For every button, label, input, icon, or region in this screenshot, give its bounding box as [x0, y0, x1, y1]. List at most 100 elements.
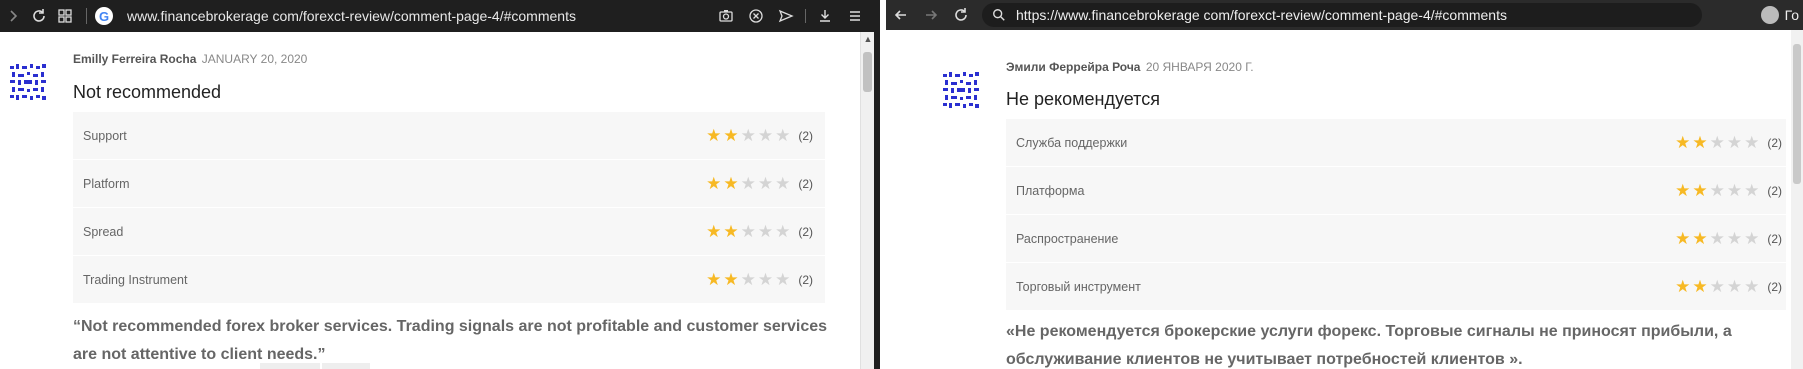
comment-quote: «Не рекомендуется брокерские услуги форе… — [1006, 323, 1732, 368]
comment-author: Emilly Ferreira Rocha — [73, 52, 197, 66]
rating-count: (2) — [1767, 135, 1782, 150]
vertical-scrollbar[interactable]: ▲ — [860, 32, 874, 369]
rating-label: Spread — [83, 224, 124, 239]
star-filled-icon: ★ — [723, 174, 739, 193]
forward-icon[interactable] — [916, 0, 946, 30]
rating-row: Платформа ★ ★ ★ ★ ★ (2) — [1006, 167, 1786, 215]
address-bar[interactable]: https://www.financebrokerage com/forexct… — [982, 3, 1702, 27]
apps-grid-icon[interactable] — [52, 3, 78, 29]
ratings-table: Support ★ ★ ★ ★ ★ (2) Platform ★ ★ ★ ★ ★ (2) Spread ★ ★ ★… — [73, 112, 825, 304]
star-empty-icon: ★ — [1709, 229, 1725, 248]
rating-label: Торговый инструмент — [1016, 279, 1141, 294]
right-toolbar: https://www.financebrokerage com/forexct… — [886, 0, 1803, 30]
star-empty-icon: ★ — [1709, 181, 1725, 200]
block-icon[interactable] — [743, 3, 769, 29]
star-empty-icon: ★ — [1709, 133, 1725, 152]
profile-avatar-icon — [1760, 6, 1779, 24]
star-empty-icon: ★ — [1726, 229, 1743, 248]
reload-icon[interactable] — [946, 0, 976, 30]
ratings-table: Служба поддержки ★ ★ ★ ★ ★ (2) Платформа ★ ★ ★ ★ ★ (2… — [1006, 119, 1786, 311]
comment-quote: “Not recommended forex broker services. … — [73, 318, 828, 363]
star-filled-icon: ★ — [1692, 181, 1708, 200]
screenshot-icon[interactable] — [713, 3, 739, 29]
menu-icon[interactable] — [842, 3, 868, 29]
send-icon[interactable] — [773, 3, 799, 29]
rating-count: (2) — [798, 224, 813, 239]
star-empty-icon: ★ — [757, 270, 774, 289]
star-filled-icon: ★ — [723, 126, 739, 145]
forward-icon[interactable] — [0, 3, 26, 29]
star-empty-icon: ★ — [757, 222, 774, 241]
rating-count: (2) — [1767, 231, 1782, 246]
search-icon — [993, 9, 1005, 21]
scrollbar-thumb[interactable] — [1793, 44, 1801, 184]
star-empty-icon: ★ — [1744, 181, 1760, 200]
back-icon[interactable] — [886, 0, 916, 30]
star-empty-icon: ★ — [775, 126, 791, 145]
star-rating: ★ ★ ★ ★ ★ (2) — [706, 271, 813, 288]
google-icon: G — [95, 7, 113, 25]
rating-label: Trading Instrument — [83, 272, 188, 287]
comment-action-button[interactable] — [260, 363, 320, 369]
right-page-content: Эмили Феррейра Роча 20 ЯНВАРЯ 2020 Г. Не… — [886, 30, 1791, 369]
comment-date: 20 ЯНВАРЯ 2020 Г. — [1145, 60, 1254, 74]
star-rating: ★ ★ ★ ★ ★ (2) — [706, 175, 813, 192]
profile-button[interactable]: Го — [1760, 6, 1803, 24]
star-rating: ★ ★ ★ ★ ★ (2) — [1675, 182, 1782, 199]
left-page-content: Emilly Ferreira Rocha JANUARY 20, 2020 N… — [0, 32, 860, 369]
profile-label: Го — [1784, 7, 1799, 23]
scroll-up-icon[interactable]: ▲ — [861, 32, 874, 46]
rating-count: (2) — [1767, 279, 1782, 294]
left-browser-pane: G www.financebrokerage com/forexct-revie… — [0, 0, 880, 369]
rating-row: Служба поддержки ★ ★ ★ ★ ★ (2) — [1006, 119, 1786, 167]
star-filled-icon: ★ — [1692, 277, 1708, 296]
screen: G www.financebrokerage com/forexct-revie… — [0, 0, 1803, 369]
star-empty-icon: ★ — [775, 174, 791, 193]
star-rating: ★ ★ ★ ★ ★ (2) — [1675, 134, 1782, 151]
comment-meta: Emilly Ferreira Rocha JANUARY 20, 2020 — [73, 52, 307, 66]
star-filled-icon: ★ — [1675, 133, 1691, 152]
star-filled-icon: ★ — [723, 270, 739, 289]
star-filled-icon: ★ — [723, 222, 739, 241]
star-filled-icon: ★ — [706, 270, 722, 289]
comment-meta: Эмили Феррейра Роча 20 ЯНВАРЯ 2020 Г. — [1006, 60, 1254, 74]
star-rating: ★ ★ ★ ★ ★ (2) — [706, 223, 813, 240]
rating-row: Распространение ★ ★ ★ ★ ★ (2) — [1006, 215, 1786, 263]
address-bar[interactable]: www.financebrokerage com/forexct-review/… — [127, 8, 713, 24]
star-empty-icon: ★ — [740, 222, 756, 241]
star-empty-icon: ★ — [775, 222, 791, 241]
star-empty-icon: ★ — [1726, 133, 1743, 152]
star-empty-icon: ★ — [1744, 229, 1760, 248]
reload-icon[interactable] — [26, 3, 52, 29]
rating-label: Служба поддержки — [1016, 135, 1128, 150]
scrollbar-thumb[interactable] — [863, 52, 872, 92]
rating-row: Торговый инструмент ★ ★ ★ ★ ★ (2) — [1006, 263, 1786, 311]
toolbar-separator — [86, 8, 87, 24]
left-toolbar: G www.financebrokerage com/forexct-revie… — [0, 0, 874, 32]
comment-author: Эмили Феррейра Роча — [1006, 60, 1141, 74]
rating-row: Trading Instrument ★ ★ ★ ★ ★ (2) — [73, 256, 825, 304]
star-empty-icon: ★ — [1744, 133, 1760, 152]
rating-label: Распространение — [1016, 231, 1119, 246]
vertical-scrollbar[interactable] — [1791, 30, 1803, 369]
star-empty-icon: ★ — [1726, 181, 1743, 200]
toolbar-separator — [805, 9, 806, 23]
address-text: https://www.financebrokerage com/forexct… — [1016, 7, 1507, 23]
comment-date: JANUARY 20, 2020 — [201, 52, 308, 66]
download-icon[interactable] — [812, 3, 838, 29]
rating-label: Платформа — [1016, 183, 1085, 198]
star-filled-icon: ★ — [1692, 229, 1708, 248]
toolbar-actions — [713, 3, 868, 29]
star-empty-icon: ★ — [740, 270, 756, 289]
right-browser-pane: https://www.financebrokerage com/forexct… — [886, 0, 1803, 369]
star-filled-icon: ★ — [1675, 181, 1691, 200]
rating-count: (2) — [1767, 183, 1782, 198]
star-empty-icon: ★ — [775, 270, 791, 289]
rating-row: Spread ★ ★ ★ ★ ★ (2) — [73, 208, 825, 256]
comment-title: Not recommended — [73, 82, 222, 102]
star-empty-icon: ★ — [1744, 277, 1760, 296]
comment-action-button[interactable] — [322, 363, 370, 369]
star-empty-icon: ★ — [757, 126, 774, 145]
star-filled-icon: ★ — [1675, 277, 1691, 296]
rating-label: Support — [83, 128, 127, 143]
